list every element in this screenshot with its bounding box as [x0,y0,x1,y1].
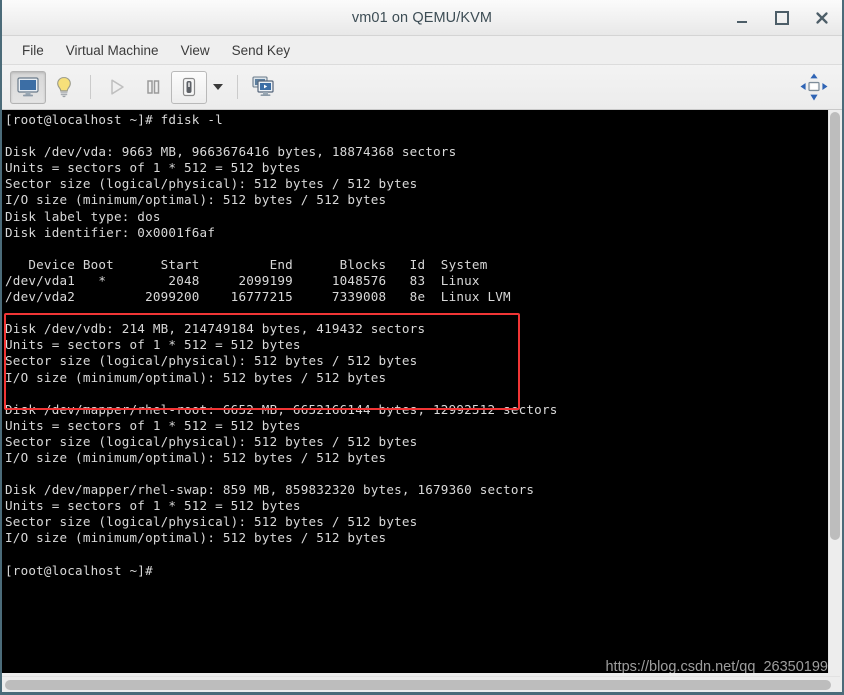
lightbulb-icon [57,76,71,98]
show-details-button[interactable] [46,71,82,104]
snapshots-button[interactable] [246,71,282,104]
menu-item-virtual-machine[interactable]: Virtual Machine [55,40,170,61]
shutdown-button[interactable] [171,70,207,104]
console-area: [root@localhost ~]# fdisk -l Disk /dev/v… [2,110,842,692]
menu-item-send-key[interactable]: Send Key [221,40,302,61]
window-title: vm01 on QEMU/KVM [351,9,493,26]
menu-item-file[interactable]: File [11,40,55,61]
menu-item-view[interactable]: View [170,40,221,61]
chevron-down-icon [213,84,223,90]
virtual-machine-window: vm01 on QEMU/KVM File Virtual Machine Vi… [0,0,844,695]
maximize-button[interactable] [772,8,792,28]
run-button[interactable] [99,71,135,104]
minimize-button[interactable] [732,8,752,28]
vertical-scrollbar-thumb[interactable] [830,112,840,540]
toolbar [2,65,842,110]
screens-icon [252,76,274,96]
window-controls [732,0,832,36]
show-console-button[interactable] [10,70,46,104]
play-icon [111,79,124,95]
title-bar: vm01 on QEMU/KVM [2,0,842,36]
horizontal-scrollbar-thumb[interactable] [5,680,831,690]
fit-to-vm-button[interactable] [798,71,830,103]
monitor-icon [17,77,39,97]
pause-icon [147,80,160,94]
toolbar-separator-2 [237,75,238,99]
toolbar-separator-1 [90,75,91,99]
terminal-output: [root@localhost ~]# fdisk -l Disk /dev/v… [5,112,558,578]
watermark-text: https://blog.csdn.net/qq_26350199 [605,659,828,673]
horizontal-scrollbar[interactable] [2,676,840,692]
close-icon [816,12,828,24]
shutdown-menu-button[interactable] [207,71,229,104]
menu-bar: File Virtual Machine View Send Key [2,36,842,65]
close-button[interactable] [812,8,832,28]
power-icon [182,77,196,97]
vm-console-display[interactable]: [root@localhost ~]# fdisk -l Disk /dev/v… [2,110,832,673]
vertical-scrollbar[interactable] [828,110,840,673]
resize-arrows-icon [800,73,828,101]
pause-button[interactable] [135,71,171,104]
